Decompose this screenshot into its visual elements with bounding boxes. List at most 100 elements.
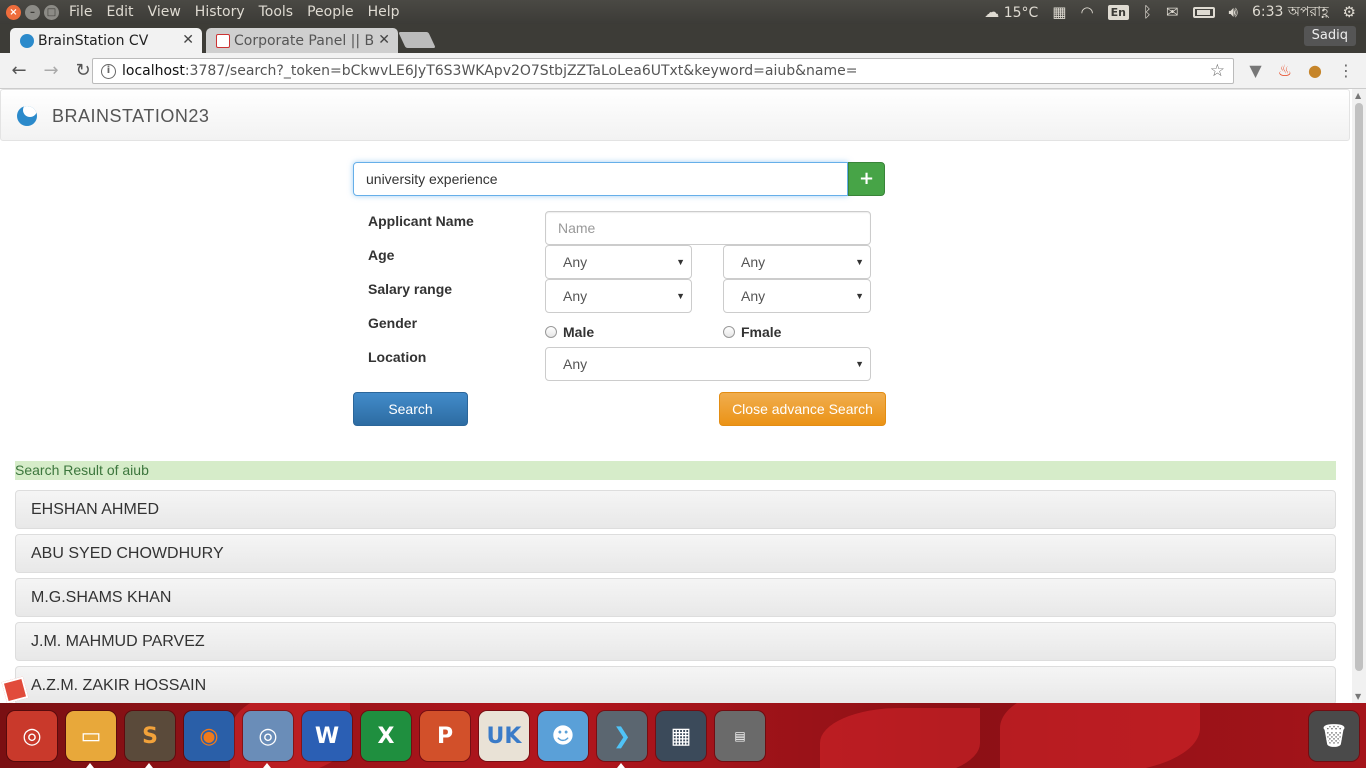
running-indicator xyxy=(263,763,271,768)
gender-male-radio[interactable]: Male xyxy=(545,324,594,340)
keyword-search-input[interactable]: university experience xyxy=(353,162,848,196)
applicant-name-input[interactable]: Name xyxy=(545,211,871,245)
result-item[interactable]: ABU SYED CHOWDHURY xyxy=(15,534,1336,573)
scrollbar-thumb[interactable] xyxy=(1355,103,1363,671)
folder-icon: ▭ xyxy=(80,723,102,749)
select-value: Any xyxy=(563,288,588,304)
result-item[interactable]: EHSHAN AHMED xyxy=(15,490,1336,529)
close-window-button[interactable]: × xyxy=(6,4,21,20)
menu-edit[interactable]: Edit xyxy=(106,4,133,20)
gender-female-radio[interactable]: Fmale xyxy=(723,324,781,340)
hdd-icon: ▤ xyxy=(734,729,746,743)
radio-button[interactable] xyxy=(545,326,557,338)
software-center-icon[interactable]: UK xyxy=(479,711,529,761)
bookmark-star-icon[interactable]: ☆ xyxy=(1210,61,1225,81)
powerpoint-icon[interactable]: P xyxy=(420,711,470,761)
salary-range-label: Salary range xyxy=(368,281,453,297)
workspace-grid-icon: ▦ xyxy=(670,723,692,749)
wifi-icon[interactable]: ◠ xyxy=(1080,3,1093,21)
shopping-bag-icon: UK xyxy=(486,723,522,749)
terminal-icon[interactable]: ❯ xyxy=(597,711,647,761)
battery-icon[interactable] xyxy=(1192,6,1215,18)
browser-tab-bar: BrainStation CV ✕ Corporate Panel || B ✕… xyxy=(0,24,1366,53)
firefox-logo-icon: ◉ xyxy=(199,723,219,749)
excel-x-icon: X xyxy=(377,723,395,749)
back-arrow-icon[interactable]: ← xyxy=(6,60,32,81)
flame-extension-icon[interactable]: ♨ xyxy=(1278,61,1292,80)
cloud-icon: ☁ xyxy=(984,3,1000,21)
scroll-up-arrow-icon[interactable]: ▲ xyxy=(1355,91,1361,100)
menu-view[interactable]: View xyxy=(148,4,181,20)
brainstation-favicon-icon xyxy=(20,34,34,48)
brainstation-logo-icon[interactable] xyxy=(17,106,37,126)
salary-min-select[interactable]: Any ▼ xyxy=(545,279,692,313)
close-tab-icon[interactable]: ✕ xyxy=(182,32,194,48)
mail-icon[interactable]: ✉ xyxy=(1166,3,1179,21)
tab-brainstation-cv[interactable]: BrainStation CV ✕ xyxy=(10,28,202,53)
menu-history[interactable]: History xyxy=(195,4,245,20)
tab-corporate-panel[interactable]: Corporate Panel || B ✕ xyxy=(206,28,398,53)
word-icon[interactable]: W xyxy=(302,711,352,761)
keyboard-language-indicator[interactable]: En xyxy=(1107,4,1129,20)
app-menu-bar: File Edit View History Tools People Help xyxy=(69,4,400,20)
dropdown-caret-icon: ▼ xyxy=(855,291,864,301)
age-min-select[interactable]: Any ▼ xyxy=(545,245,692,279)
vpn-extension-icon[interactable]: ▼ xyxy=(1249,61,1261,80)
new-tab-button[interactable] xyxy=(398,32,436,48)
trash-bin-icon: 🗑︎ xyxy=(1320,723,1348,749)
result-item[interactable]: A.Z.M. ZAKIR HOSSAIN xyxy=(15,666,1336,703)
forward-arrow-icon[interactable]: → xyxy=(38,60,64,81)
page-scrollbar[interactable]: ▲ ▼ xyxy=(1352,89,1366,703)
bluetooth-icon[interactable]: ᛒ xyxy=(1143,3,1152,21)
menu-file[interactable]: File xyxy=(69,4,92,20)
trash-icon[interactable]: 🗑︎ xyxy=(1309,711,1359,761)
maximize-window-button[interactable]: □ xyxy=(44,4,59,20)
brand-name[interactable]: BRAINSTATION23 xyxy=(52,106,209,127)
calendar-icon[interactable]: ▦ xyxy=(1052,3,1066,21)
applicant-name-label: Applicant Name xyxy=(368,213,474,229)
menu-help[interactable]: Help xyxy=(368,4,400,20)
radio-button[interactable] xyxy=(723,326,735,338)
result-item[interactable]: J.M. MAHMUD PARVEZ xyxy=(15,622,1336,661)
settings-gear-icon[interactable]: ⚙ xyxy=(1343,3,1356,21)
system-indicators: ☁ 15°C ▦ ◠ En ᛒ ✉ 🔊︎ 6:33 অপরাহ্ণ ⚙ xyxy=(984,0,1366,24)
minimize-window-button[interactable]: – xyxy=(25,4,40,20)
system-top-bar: × – □ File Edit View History Tools Peopl… xyxy=(0,0,1366,24)
ubuntu-dash-icon[interactable]: ◎ xyxy=(7,711,57,761)
result-item[interactable]: M.G.SHAMS KHAN xyxy=(15,578,1336,617)
volume-icon[interactable]: 🔊︎ xyxy=(1229,3,1238,21)
age-max-select[interactable]: Any ▼ xyxy=(723,245,871,279)
search-button[interactable]: Search xyxy=(353,392,468,426)
scroll-down-arrow-icon[interactable]: ▼ xyxy=(1355,692,1361,701)
menu-tools[interactable]: Tools xyxy=(259,4,294,20)
cookie-extension-icon[interactable]: ● xyxy=(1308,61,1322,80)
sublime-text-icon[interactable]: S xyxy=(125,711,175,761)
site-info-icon[interactable]: i xyxy=(101,63,116,79)
salary-max-select[interactable]: Any ▼ xyxy=(723,279,871,313)
age-label: Age xyxy=(368,247,395,263)
files-icon[interactable]: ▭ xyxy=(66,711,116,761)
profile-button[interactable]: Sadiq xyxy=(1303,26,1356,46)
chromium-logo-icon: ◎ xyxy=(258,723,278,749)
site-navbar: BRAINSTATION23 xyxy=(0,89,1350,141)
location-label: Location xyxy=(368,349,427,365)
firefox-icon[interactable]: ◉ xyxy=(184,711,234,761)
extensions-area: ▼ ♨ ● ⋮ xyxy=(1249,61,1354,80)
dropdown-caret-icon: ▼ xyxy=(855,359,864,369)
menu-people[interactable]: People xyxy=(307,4,354,20)
excel-icon[interactable]: X xyxy=(361,711,411,761)
weather-temp: 15°C xyxy=(1003,5,1039,21)
weather-indicator[interactable]: ☁ 15°C xyxy=(984,3,1038,21)
close-tab-icon[interactable]: ✕ xyxy=(378,32,390,48)
chromium-icon[interactable]: ◎ xyxy=(243,711,293,761)
address-bar[interactable]: i localhost:3787/search?_token=bCkwvLE6J… xyxy=(92,58,1234,84)
close-advance-search-button[interactable]: Close advance Search xyxy=(719,392,886,426)
disk-drive-icon[interactable]: ▤ xyxy=(715,711,765,761)
location-select[interactable]: Any ▼ xyxy=(545,347,871,381)
vpn-client-icon[interactable]: ☻ xyxy=(538,711,588,761)
workspace-switcher-icon[interactable]: ▦ xyxy=(656,711,706,761)
clock[interactable]: 6:33 অপরাহ্ণ xyxy=(1252,0,1329,24)
bdjobs-favicon-icon xyxy=(216,34,230,48)
chrome-menu-icon[interactable]: ⋮ xyxy=(1338,61,1354,80)
add-keyword-button[interactable]: + xyxy=(848,162,885,196)
